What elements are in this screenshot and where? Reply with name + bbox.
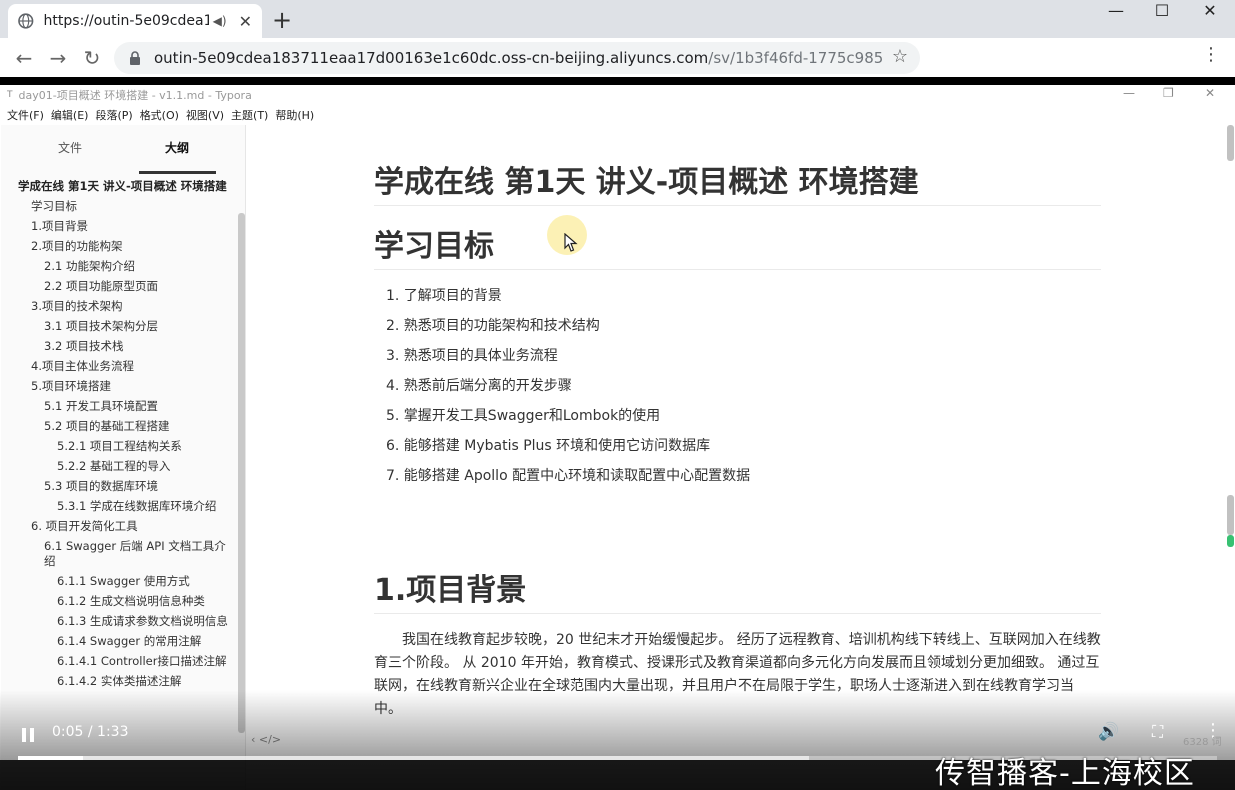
close-window-button[interactable]: ✕ — [1187, 0, 1233, 28]
sidebar-scrollbar[interactable] — [238, 213, 245, 733]
menu-help[interactable]: 帮助(H) — [275, 107, 314, 123]
editor-scrollbar-thumb[interactable] — [1227, 495, 1234, 535]
back-button[interactable]: ← — [10, 44, 38, 72]
typora-titlebar: T day01-项目概述 环境搭建 - v1.1.md - Typora — [1, 85, 1234, 105]
list-item: 6. 能够搭建 Mybatis Plus 环境和使用它访问数据库 — [386, 438, 711, 454]
outline-item[interactable]: 6.1.4 Swagger 的常用注解 — [18, 634, 228, 649]
outline-item[interactable]: 1.项目背景 — [18, 219, 228, 234]
video-buffered-bar — [18, 756, 809, 760]
menu-paragraph[interactable]: 段落(P) — [95, 107, 132, 123]
editor-scrollbar-top[interactable] — [1227, 125, 1234, 161]
video-played-bar[interactable] — [18, 756, 83, 760]
outline-item[interactable]: 2.2 项目功能原型页面 — [18, 279, 228, 294]
outline-item[interactable]: 2.项目的功能构架 — [18, 239, 228, 254]
typora-restore-icon[interactable]: ❐ — [1163, 86, 1174, 100]
menu-format[interactable]: 格式(O) — [140, 107, 179, 123]
browser-menu-icon[interactable]: ⋮ — [1202, 44, 1220, 65]
sidebar-tabs: 文件 大纲 — [1, 135, 241, 174]
outline-item[interactable]: 6.1.4.2 实体类描述注解 — [18, 674, 228, 689]
speaker-icon[interactable]: ◀) — [213, 14, 227, 28]
browser-tabstrip: https://outin-5e09cdea183 ◀) ✕ + — ☐ ✕ — [0, 0, 1235, 38]
close-tab-icon[interactable]: ✕ — [239, 12, 252, 31]
word-count: 6328 词 — [1183, 737, 1222, 748]
typora-icon: T — [7, 90, 13, 100]
watermark: 传智播客-上海校区 — [935, 756, 1195, 790]
typora-window-title: day01-项目概述 环境搭建 - v1.1.md - Typora — [18, 89, 252, 102]
outline-item[interactable]: 6.1.4.1 Controller接口描述注解 — [18, 654, 228, 669]
list-item: 2. 熟悉项目的功能架构和技术结构 — [386, 318, 600, 334]
section-heading: 1.项目背景 — [374, 573, 527, 608]
screen: https://outin-5e09cdea183 ◀) ✕ + — ☐ ✕ ←… — [0, 0, 1235, 790]
outline-item[interactable]: 6.1.3 生成请求参数文档说明信息 — [18, 614, 228, 629]
list-item: 4. 熟悉前后端分离的开发步骤 — [386, 378, 572, 394]
new-tab-button[interactable]: + — [272, 6, 292, 34]
divider — [374, 205, 1101, 206]
browser-tab[interactable]: https://outin-5e09cdea183 ◀) ✕ — [8, 4, 262, 38]
goals-list: 1. 了解项目的背景 2. 熟悉项目的功能架构和技术结构 3. 熟悉项目的具体业… — [386, 285, 1086, 495]
typora-menubar: 文件(F) 编辑(E) 段落(P) 格式(O) 视图(V) 主题(T) 帮助(H… — [1, 105, 321, 125]
typora-close-icon[interactable]: ✕ — [1205, 86, 1215, 100]
list-item: 1. 了解项目的背景 — [386, 288, 502, 304]
editor-scroll-marker — [1227, 535, 1234, 547]
outline-item[interactable]: 6. 项目开发简化工具 — [18, 519, 228, 534]
address-bar[interactable]: outin-5e09cdea183711eaa17d00163e1c60dc.o… — [114, 42, 920, 74]
globe-icon — [18, 13, 34, 29]
url-text: outin-5e09cdea183711eaa17d00163e1c60dc.o… — [154, 49, 884, 67]
outline-item[interactable]: 6.1.1 Swagger 使用方式 — [18, 574, 228, 589]
tab-title: https://outin-5e09cdea183 — [43, 13, 209, 29]
minimize-button[interactable]: — — [1093, 0, 1139, 28]
outline-item[interactable]: 学习目标 — [18, 199, 228, 214]
menu-edit[interactable]: 编辑(E) — [51, 107, 89, 123]
browser-toolbar: ← → ↻ outin-5e09cdea183711eaa17d00163e1c… — [0, 38, 1235, 78]
pause-icon[interactable] — [20, 726, 36, 744]
forward-button[interactable]: → — [44, 44, 72, 72]
outline-item[interactable]: 6.1.2 生成文档说明信息种类 — [18, 594, 228, 609]
outline-list: 学成在线 第1天 讲义-项目概述 环境搭建 学习目标 1.项目背景 2.项目的功能构架… — [18, 179, 228, 694]
list-item: 7. 能够搭建 Apollo 配置中心环境和读取配置中心配置数据 — [386, 468, 751, 484]
goals-heading: 学习目标 — [374, 229, 494, 264]
outline-item[interactable]: 5.2.2 基础工程的导入 — [18, 459, 228, 474]
bookmark-star-icon[interactable]: ☆ — [892, 46, 908, 67]
divider — [374, 269, 1101, 270]
menu-theme[interactable]: 主题(T) — [231, 107, 268, 123]
outline-item[interactable]: 5.2 项目的基础工程搭建 — [18, 419, 228, 434]
outline-item[interactable]: 学成在线 第1天 讲义-项目概述 环境搭建 — [18, 179, 228, 194]
menu-view[interactable]: 视图(V) — [186, 107, 224, 123]
tab-files[interactable]: 文件 — [58, 139, 82, 156]
outline-item[interactable]: 4.项目主体业务流程 — [18, 359, 228, 374]
divider — [374, 613, 1101, 614]
video-time: 0:05 / 1:33 — [52, 724, 129, 740]
typora-minimize-icon[interactable]: — — [1123, 86, 1135, 100]
mouse-cursor-icon — [564, 233, 578, 252]
outline-item[interactable]: 3.1 项目技术架构分层 — [18, 319, 228, 334]
outline-item[interactable]: 3.2 项目技术栈 — [18, 339, 228, 354]
outline-item[interactable]: 6.1 Swagger 后端 API 文档工具介绍 — [18, 539, 228, 569]
lock-icon — [130, 51, 140, 65]
active-tab-underline — [139, 171, 216, 174]
video-top-bar — [0, 77, 1235, 85]
outline-item[interactable]: 3.项目的技术架构 — [18, 299, 228, 314]
fullscreen-icon[interactable]: ⛶ — [1152, 722, 1163, 742]
outline-item[interactable]: 5.3 项目的数据库环境 — [18, 479, 228, 494]
document-title: 学成在线 第1天 讲义-项目概述 环境搭建 — [374, 165, 919, 200]
outline-item[interactable]: 5.2.1 项目工程结构关系 — [18, 439, 228, 454]
volume-icon[interactable]: 🔊 — [1098, 722, 1119, 742]
outline-item[interactable]: 5.项目环境搭建 — [18, 379, 228, 394]
menu-file[interactable]: 文件(F) — [7, 107, 44, 123]
outline-item[interactable]: 5.1 开发工具环境配置 — [18, 399, 228, 414]
outline-item[interactable]: 2.1 功能架构介绍 — [18, 259, 228, 274]
reload-button[interactable]: ↻ — [78, 44, 106, 72]
list-item: 5. 掌握开发工具Swagger和Lombok的使用 — [386, 408, 661, 424]
list-item: 3. 熟悉项目的具体业务流程 — [386, 348, 558, 364]
tab-outline[interactable]: 大纲 — [165, 139, 189, 156]
outline-item[interactable]: 5.3.1 学成在线数据库环境介绍 — [18, 499, 228, 514]
maximize-button[interactable]: ☐ — [1139, 0, 1185, 28]
typora-window: T day01-项目概述 环境搭建 - v1.1.md - Typora — ❐… — [1, 85, 1234, 790]
